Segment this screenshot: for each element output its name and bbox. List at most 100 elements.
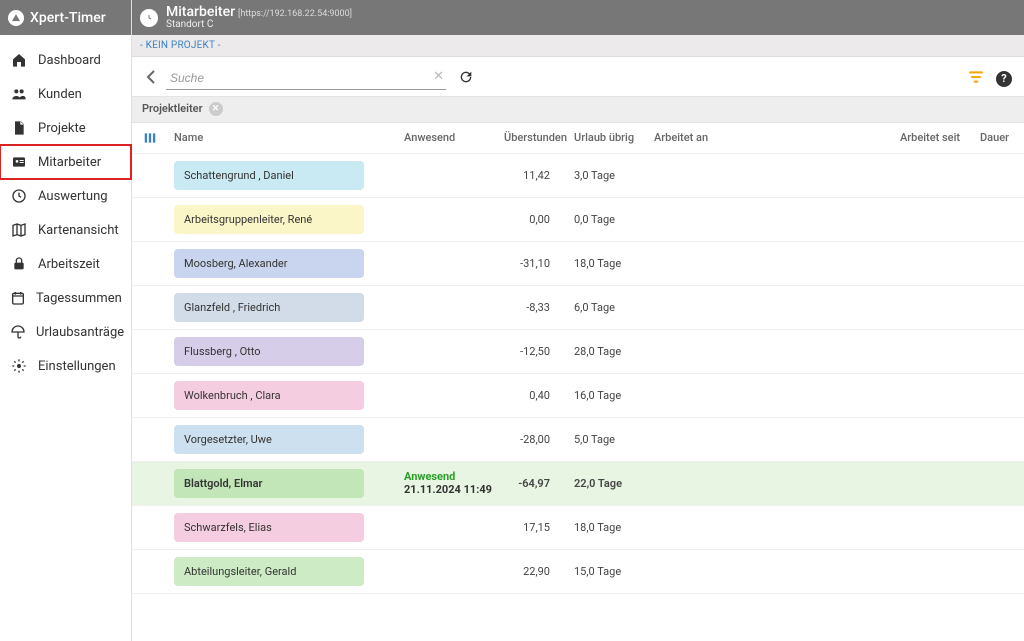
cell-urlaub: 18,0 Tage bbox=[568, 505, 648, 549]
map-icon bbox=[10, 221, 28, 239]
calendar-icon bbox=[10, 289, 26, 307]
table-row[interactable]: Schwarzfels, Elias17,1518,0 Tage bbox=[132, 505, 1024, 549]
cell-anwesend bbox=[398, 417, 498, 461]
people-icon bbox=[10, 85, 28, 103]
sidebar-item-projekte[interactable]: Projekte bbox=[0, 111, 131, 145]
employee-name-pill: Vorgesetzter, Uwe bbox=[174, 425, 364, 454]
table-row[interactable]: Wolkenbruch , Clara0,4016,0 Tage bbox=[132, 373, 1024, 417]
sidebar-item-label: Einstellungen bbox=[38, 359, 116, 374]
sidebar-item-tagessummen[interactable]: Tagessummen bbox=[0, 281, 131, 315]
employee-table-wrap: Name Anwesend Überstunden Urlaub übrig A… bbox=[132, 123, 1024, 641]
nav-list: Dashboard Kunden Projekte Mitarbeiter Auswer… bbox=[0, 35, 131, 391]
search-field-wrap: ✕ bbox=[166, 67, 446, 90]
cell-ueberstunden: -8,33 bbox=[498, 285, 568, 329]
sidebar-item-arbeitszeit[interactable]: Arbeitszeit bbox=[0, 247, 131, 281]
table-row[interactable]: Schattengrund , Daniel 11,423,0 Tage bbox=[132, 153, 1024, 197]
filter-chip-row: Projektleiter ✕ bbox=[132, 96, 1024, 123]
cell-ueberstunden: 22,90 bbox=[498, 549, 568, 593]
cell-anwesend: Anwesend21.11.2024 11:49 bbox=[398, 461, 498, 505]
employee-name-pill: Blattgold, Elmar bbox=[174, 469, 364, 498]
cell-ueberstunden: -64,97 bbox=[498, 461, 568, 505]
sidebar-item-label: Auswertung bbox=[38, 189, 108, 204]
cell-arbeitet-an bbox=[648, 329, 894, 373]
cell-dauer bbox=[974, 549, 1024, 593]
cell-urlaub: 5,0 Tage bbox=[568, 417, 648, 461]
table-row[interactable]: Arbeitsgruppenleiter, René 0,000,0 Tage bbox=[132, 197, 1024, 241]
sidebar-item-label: Urlaubsanträge bbox=[36, 325, 124, 340]
filter-chip-projektleiter[interactable]: Projektleiter ✕ bbox=[142, 102, 223, 116]
search-input[interactable] bbox=[166, 67, 446, 90]
col-header-arbeitet-an[interactable]: Arbeitet an bbox=[648, 123, 894, 154]
cell-urlaub: 3,0 Tage bbox=[568, 153, 648, 197]
table-row[interactable]: Flussberg , Otto-12,5028,0 Tage bbox=[132, 329, 1024, 373]
sidebar-item-label: Arbeitszeit bbox=[38, 257, 100, 272]
table-row[interactable]: Blattgold, Elmar Anwesend21.11.2024 11:49… bbox=[132, 461, 1024, 505]
sidebar-item-label: Projekte bbox=[38, 121, 86, 136]
sidebar-item-mitarbeiter[interactable]: Mitarbeiter bbox=[0, 145, 131, 179]
refresh-button[interactable] bbox=[458, 69, 474, 88]
cell-anwesend bbox=[398, 241, 498, 285]
filter-chip-remove-icon[interactable]: ✕ bbox=[209, 102, 223, 116]
table-row[interactable]: Moosberg, Alexander-31,1018,0 Tage bbox=[132, 241, 1024, 285]
cell-dauer bbox=[974, 197, 1024, 241]
sidebar-item-kartenansicht[interactable]: Kartenansicht bbox=[0, 213, 131, 247]
employee-name-pill: Flussberg , Otto bbox=[174, 337, 364, 366]
topbar: Mitarbeiter [https://192.168.22.54:9000]… bbox=[132, 0, 1024, 35]
cell-arbeitet-seit bbox=[894, 241, 974, 285]
col-header-name[interactable]: Name bbox=[168, 123, 398, 154]
sidebar-item-kunden[interactable]: Kunden bbox=[0, 77, 131, 111]
cell-anwesend bbox=[398, 505, 498, 549]
toolbar: ✕ ? bbox=[132, 57, 1024, 96]
col-header-urlaub[interactable]: Urlaub übrig bbox=[568, 123, 648, 154]
app-name: Xpert-Timer bbox=[30, 10, 106, 26]
gear-icon bbox=[10, 357, 28, 375]
cell-anwesend bbox=[398, 153, 498, 197]
back-button[interactable] bbox=[142, 70, 160, 87]
cell-anwesend bbox=[398, 329, 498, 373]
col-header-ueberstunden[interactable]: Überstunden bbox=[498, 123, 568, 154]
filter-button[interactable] bbox=[968, 69, 984, 88]
cell-ueberstunden: 11,42 bbox=[498, 153, 568, 197]
table-row[interactable]: Glanzfeld , Friedrich-8,336,0 Tage bbox=[132, 285, 1024, 329]
col-header-arbeitet-seit[interactable]: Arbeitet seit bbox=[894, 123, 974, 154]
cell-arbeitet-an bbox=[648, 505, 894, 549]
clear-search-icon[interactable]: ✕ bbox=[433, 69, 444, 84]
cell-arbeitet-an bbox=[648, 461, 894, 505]
cell-urlaub: 6,0 Tage bbox=[568, 285, 648, 329]
cell-dauer bbox=[974, 329, 1024, 373]
cell-ueberstunden: -31,10 bbox=[498, 241, 568, 285]
cell-arbeitet-an bbox=[648, 153, 894, 197]
cell-arbeitet-seit bbox=[894, 285, 974, 329]
section-icon bbox=[140, 9, 158, 27]
table-row[interactable]: Vorgesetzter, Uwe-28,005,0 Tage bbox=[132, 417, 1024, 461]
col-header-anwesend[interactable]: Anwesend bbox=[398, 123, 498, 154]
lock-icon bbox=[10, 255, 28, 273]
cell-urlaub: 0,0 Tage bbox=[568, 197, 648, 241]
anwesend-status: Anwesend bbox=[404, 470, 492, 483]
app-logo-bar: Xpert-Timer bbox=[0, 0, 131, 35]
sidebar-item-einstellungen[interactable]: Einstellungen bbox=[0, 349, 131, 383]
employee-name-pill: Arbeitsgruppenleiter, René bbox=[174, 205, 364, 234]
cell-arbeitet-seit bbox=[894, 505, 974, 549]
app-logo-icon bbox=[8, 10, 24, 26]
cell-anwesend bbox=[398, 197, 498, 241]
sidebar-item-urlaubsantraege[interactable]: Urlaubsanträge bbox=[0, 315, 131, 349]
cell-arbeitet-seit bbox=[894, 329, 974, 373]
cell-urlaub: 15,0 Tage bbox=[568, 549, 648, 593]
cell-anwesend bbox=[398, 373, 498, 417]
sidebar-item-label: Kunden bbox=[38, 87, 82, 102]
help-button[interactable]: ? bbox=[996, 71, 1012, 87]
sidebar-item-auswertung[interactable]: Auswertung bbox=[0, 179, 131, 213]
employee-table: Name Anwesend Überstunden Urlaub übrig A… bbox=[132, 123, 1024, 594]
cell-arbeitet-an bbox=[648, 285, 894, 329]
table-row[interactable]: Abteilungsleiter, Gerald22,9015,0 Tage bbox=[132, 549, 1024, 593]
employee-name-pill: Schattengrund , Daniel bbox=[174, 161, 364, 190]
cell-dauer bbox=[974, 241, 1024, 285]
idcard-icon bbox=[10, 153, 28, 171]
column-toggle-button[interactable] bbox=[132, 123, 168, 154]
col-header-dauer[interactable]: Dauer bbox=[974, 123, 1024, 154]
sidebar-item-dashboard[interactable]: Dashboard bbox=[0, 43, 131, 77]
home-icon bbox=[10, 51, 28, 69]
sidebar-item-label: Tagessummen bbox=[36, 291, 122, 306]
cell-ueberstunden: 0,00 bbox=[498, 197, 568, 241]
